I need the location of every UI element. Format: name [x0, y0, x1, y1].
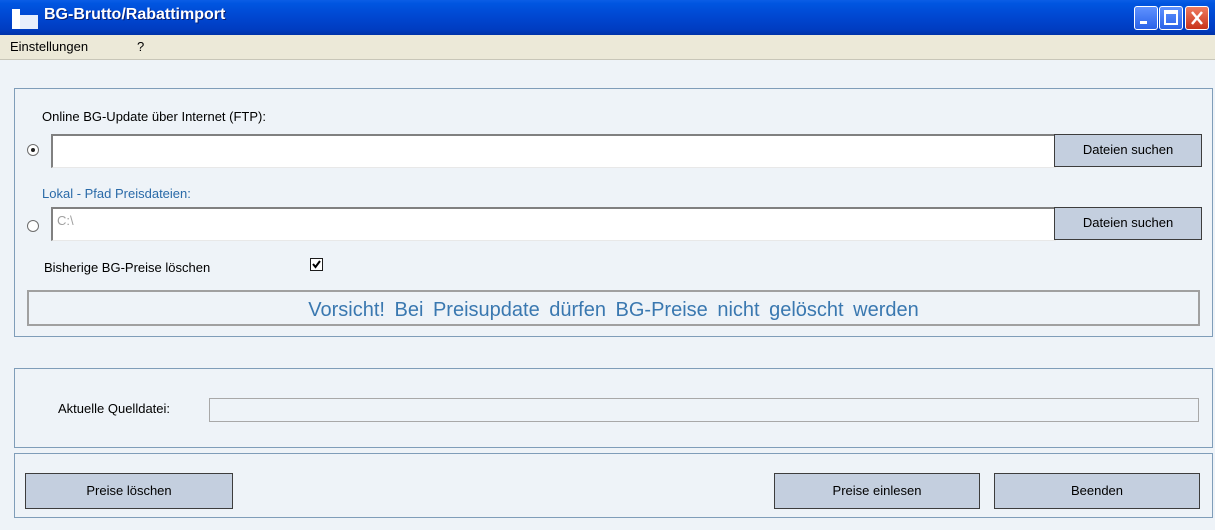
online-label: Online BG-Update über Internet (FTP):: [42, 109, 266, 124]
online-search-button[interactable]: Dateien suchen: [1054, 134, 1202, 167]
minimize-icon: [1140, 21, 1147, 24]
window-title: BG-Brutto/Rabattimport: [44, 6, 226, 23]
close-button[interactable]: [1185, 6, 1209, 30]
maximize-icon: [1164, 10, 1178, 25]
maximize-button[interactable]: [1159, 6, 1183, 30]
source-file-display: [209, 398, 1199, 422]
delete-option-label: Bisherige BG-Preise löschen: [44, 260, 211, 275]
local-label: Lokal - Pfad Preisdateien:: [42, 186, 191, 201]
local-path-input[interactable]: C:\: [51, 207, 1056, 241]
app-icon: [12, 9, 38, 29]
check-icon: [312, 260, 321, 269]
warning-box: Vorsicht! Bei Preisupdate dürfen BG-Prei…: [27, 290, 1200, 326]
status-panel: Aktuelle Quelldatei:: [14, 368, 1213, 448]
action-panel: Preise löschen Preise einlesen Beenden: [14, 453, 1213, 518]
delete-option-checkbox[interactable]: [310, 258, 323, 271]
import-prices-button[interactable]: Preise einlesen: [774, 473, 980, 509]
close-icon: [1191, 11, 1203, 25]
source-file-label: Aktuelle Quelldatei:: [58, 401, 171, 416]
warning-text: Vorsicht! Bei Preisupdate dürfen BG-Prei…: [308, 299, 919, 321]
menu-help[interactable]: ?: [137, 39, 144, 54]
menu-einstellungen[interactable]: Einstellungen: [10, 39, 88, 54]
local-search-button[interactable]: Dateien suchen: [1054, 207, 1202, 240]
minimize-button[interactable]: [1134, 6, 1158, 30]
title-bar[interactable]: BG-Brutto/Rabattimport: [0, 0, 1215, 36]
radio-selected-dot: [31, 148, 35, 152]
exit-button[interactable]: Beenden: [994, 473, 1200, 509]
menu-bar: Einstellungen ?: [0, 35, 1215, 60]
online-path-input[interactable]: [51, 134, 1056, 168]
local-radio[interactable]: [27, 220, 39, 232]
app-window: BG-Brutto/Rabattimport Einstellungen ? O…: [0, 0, 1215, 530]
online-radio[interactable]: [27, 144, 39, 156]
delete-prices-button[interactable]: Preise löschen: [25, 473, 233, 509]
source-panel: Online BG-Update über Internet (FTP): Da…: [14, 88, 1213, 337]
